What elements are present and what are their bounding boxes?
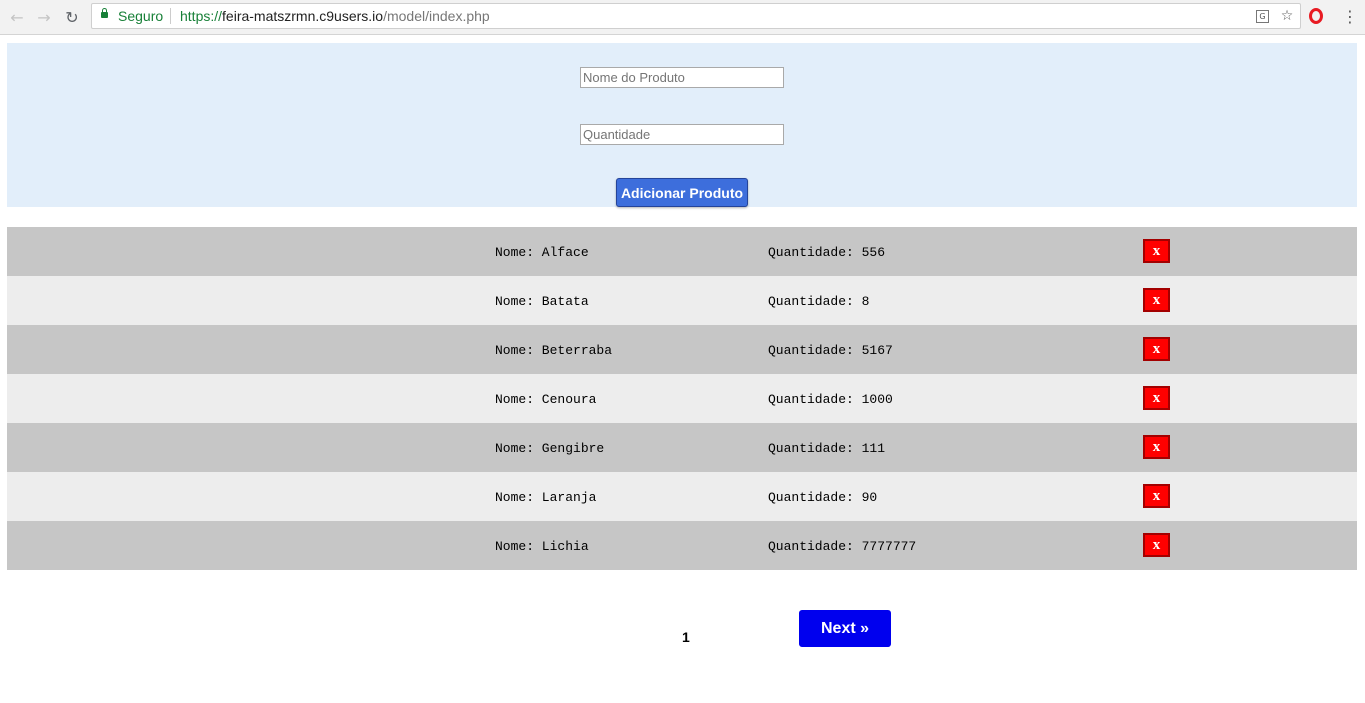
lock-icon	[101, 8, 108, 18]
product-row: Nome: Batata Quantidade: 8 x	[7, 276, 1357, 325]
product-quantity: Quantidade: 556	[768, 245, 886, 260]
product-name: Nome: Gengibre	[495, 441, 605, 456]
url-path: /model/index.php	[383, 8, 490, 24]
product-row: Nome: Gengibre Quantidade: 111 x	[7, 423, 1357, 472]
url-scheme: https://	[180, 8, 223, 24]
product-quantity: Quantidade: 8	[768, 294, 870, 309]
product-quantity: Quantidade: 5167	[768, 343, 893, 358]
product-name: Nome: Laranja	[495, 490, 597, 505]
product-name: Nome: Lichia	[495, 539, 589, 554]
kebab-menu-icon[interactable]: ⋮	[1342, 7, 1358, 27]
product-quantity: Quantidade: 90	[768, 490, 878, 505]
forward-arrow-icon[interactable]: →	[33, 6, 55, 28]
product-quantity: Quantidade: 7777777	[768, 539, 917, 554]
product-name: Nome: Beterraba	[495, 343, 613, 358]
product-name-input[interactable]	[580, 67, 784, 88]
browser-toolbar: ← → ↻ Seguro https://feira-matszrmn.c9us…	[0, 0, 1365, 35]
product-row: Nome: Beterraba Quantidade: 5167 x	[7, 325, 1357, 374]
address-bar[interactable]: Seguro https://feira-matszrmn.c9users.io…	[91, 3, 1301, 29]
delete-product-button[interactable]: x	[1143, 239, 1170, 263]
translate-icon[interactable]: G	[1256, 10, 1269, 23]
current-page-number[interactable]: 1	[682, 629, 690, 645]
quantity-input[interactable]	[580, 124, 784, 145]
address-separator	[170, 8, 171, 24]
bookmark-star-icon[interactable]: ☆	[1277, 6, 1297, 26]
product-row: Nome: Lichia Quantidade: 7777777 x	[7, 521, 1357, 570]
url-host: feira-matszrmn.c9users.io	[222, 8, 384, 24]
add-product-button[interactable]: Adicionar Produto	[616, 178, 748, 207]
back-arrow-icon[interactable]: ←	[6, 6, 28, 28]
product-quantity: Quantidade: 1000	[768, 392, 893, 407]
product-row: Nome: Laranja Quantidade: 90 x	[7, 472, 1357, 521]
product-row: Nome: Cenoura Quantidade: 1000 x	[7, 374, 1357, 423]
url-text[interactable]: https://feira-matszrmn.c9users.io/model/…	[180, 8, 490, 24]
delete-product-button[interactable]: x	[1143, 288, 1170, 312]
product-list: Nome: Alface Quantidade: 556 x Nome: Bat…	[7, 227, 1357, 570]
product-row: Nome: Alface Quantidade: 556 x	[7, 227, 1357, 276]
delete-product-button[interactable]: x	[1143, 386, 1170, 410]
product-name: Nome: Alface	[495, 245, 589, 260]
security-label: Seguro	[118, 8, 164, 24]
product-name: Nome: Batata	[495, 294, 589, 309]
delete-product-button[interactable]: x	[1143, 533, 1170, 557]
product-quantity: Quantidade: 111	[768, 441, 886, 456]
product-name: Nome: Cenoura	[495, 392, 597, 407]
delete-product-button[interactable]: x	[1143, 484, 1170, 508]
opera-icon[interactable]	[1309, 8, 1323, 24]
reload-icon[interactable]: ↻	[61, 6, 83, 28]
delete-product-button[interactable]: x	[1143, 337, 1170, 361]
delete-product-button[interactable]: x	[1143, 435, 1170, 459]
product-form: Adicionar Produto	[7, 43, 1357, 207]
next-page-button[interactable]: Next »	[799, 610, 891, 647]
